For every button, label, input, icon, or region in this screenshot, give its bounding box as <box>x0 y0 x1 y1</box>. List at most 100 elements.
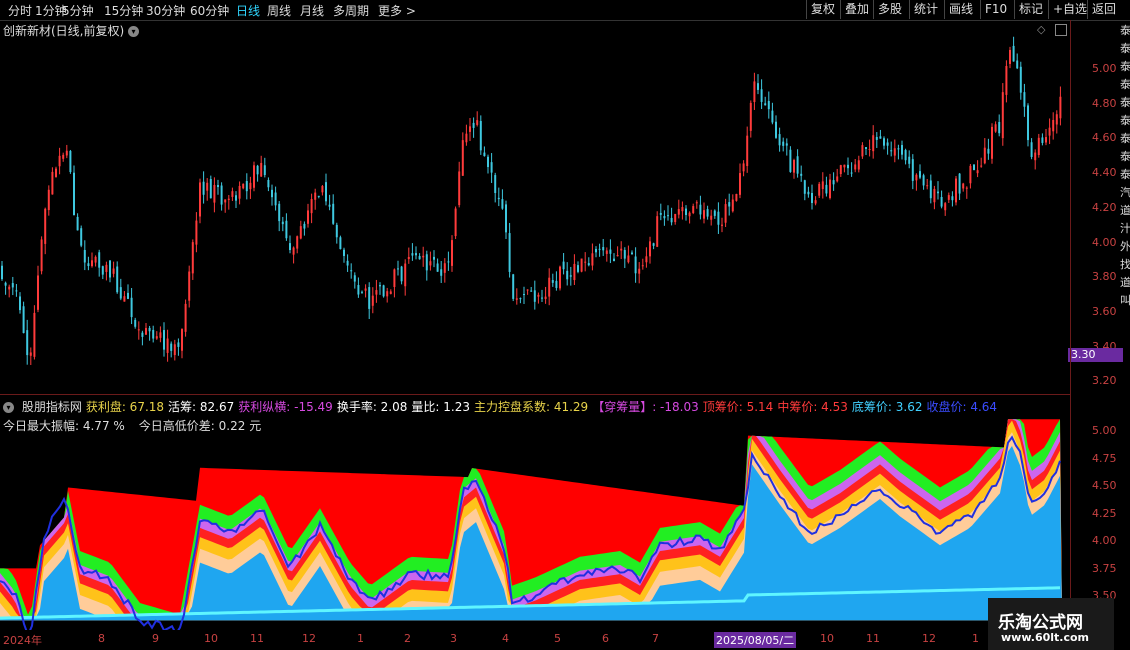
toolbar-button[interactable]: 统计 <box>909 0 942 19</box>
candle-body <box>51 171 54 195</box>
date-tick-label: 7 <box>652 632 659 645</box>
candle-body <box>346 260 349 266</box>
candle-body <box>332 203 335 224</box>
tab-timeframe[interactable]: 日线 <box>236 2 260 19</box>
candle-body <box>400 266 403 282</box>
date-tick-label: 5 <box>554 632 561 645</box>
candle-body <box>1016 60 1019 69</box>
candle-body <box>757 83 759 90</box>
candle-body <box>821 181 824 190</box>
tab-timeframe[interactable]: 60分钟 <box>190 2 229 19</box>
candle-body <box>393 269 396 288</box>
candle-body <box>386 291 389 297</box>
candle-body <box>775 121 777 138</box>
chip-distribution-chart[interactable] <box>0 410 1070 630</box>
candle-body <box>1041 137 1044 143</box>
candle-body <box>436 263 439 272</box>
candle-body <box>764 103 767 106</box>
price-tick-label: 4.60 <box>1092 131 1117 145</box>
candle-body <box>87 263 90 267</box>
candle-body <box>1030 142 1033 157</box>
candle-body <box>368 287 371 309</box>
toolbar-button[interactable]: 返回 <box>1087 0 1120 19</box>
tab-timeframe[interactable]: 月线 <box>300 2 324 19</box>
toolbar-button[interactable]: 叠加 <box>840 0 873 19</box>
candle-body <box>458 171 461 206</box>
candle-body <box>184 303 187 332</box>
tab-timeframe[interactable]: 周线 <box>267 2 291 19</box>
candle-body <box>299 226 302 239</box>
candle-body <box>908 156 911 164</box>
candle-body <box>101 266 104 275</box>
candle-body <box>119 287 122 299</box>
candle-body <box>811 192 813 203</box>
candlestick-chart[interactable] <box>0 36 1070 392</box>
tab-timeframe[interactable]: 5分钟 <box>62 2 94 19</box>
candle-body <box>785 143 788 146</box>
candle-body <box>105 264 108 272</box>
candle-body <box>793 160 795 173</box>
candle-body <box>789 149 792 172</box>
candle-body <box>584 261 587 263</box>
indicator-tick-label: 5.00 <box>1092 424 1117 437</box>
candle-body <box>224 199 227 203</box>
tab-timeframe[interactable]: 分时 <box>8 2 32 19</box>
window-icon[interactable] <box>1055 24 1067 36</box>
date-tick-label: 4 <box>502 632 509 645</box>
tab-timeframe[interactable]: 30分钟 <box>146 2 185 19</box>
candle-body <box>1045 137 1047 143</box>
candle-body <box>839 165 842 175</box>
toolbar-button[interactable]: 复权 <box>806 0 839 19</box>
candle-body <box>429 261 432 266</box>
candle-body <box>677 209 680 215</box>
candle-body <box>166 338 169 353</box>
candle-body <box>825 184 828 194</box>
toolbar-button[interactable]: +自选 <box>1048 0 1091 19</box>
candle-body <box>692 206 695 213</box>
candle-body <box>724 204 727 223</box>
candle-body <box>1009 49 1011 64</box>
candle-body <box>631 252 633 255</box>
candle-body <box>623 250 626 259</box>
candle-body <box>1055 114 1058 125</box>
candle-body <box>145 328 147 335</box>
toolbar-button[interactable]: 标记 <box>1014 0 1047 19</box>
toolbar-button[interactable]: 画线 <box>944 0 977 19</box>
toolbar-button[interactable]: 多股 <box>873 0 906 19</box>
tab-timeframe[interactable]: 15分钟 <box>104 2 143 19</box>
candle-body <box>483 152 486 157</box>
candle-body <box>847 164 849 169</box>
candle-body <box>537 294 540 297</box>
candle-body <box>40 239 43 272</box>
price-tick-label: 4.20 <box>1092 200 1117 214</box>
candle-body <box>832 180 835 185</box>
candle-body <box>533 290 536 302</box>
candle-body <box>58 155 61 167</box>
watermark: 乐淘公式网 www.60lt.com <box>988 598 1114 650</box>
date-tick-label: 3 <box>450 632 457 645</box>
indicator-tick-label: 4.25 <box>1092 506 1117 520</box>
diamond-icon[interactable]: ◇ <box>1037 23 1045 36</box>
candle-body <box>1034 152 1037 161</box>
candle-body <box>1019 66 1022 93</box>
tab-timeframe[interactable]: 更多 > <box>378 2 416 19</box>
candle-body <box>130 297 133 318</box>
candle-body <box>947 195 950 200</box>
candle-body <box>163 330 165 350</box>
candle-body <box>418 256 421 260</box>
candle-body <box>98 252 101 268</box>
candle-body <box>407 256 410 260</box>
candle-body <box>926 185 929 187</box>
candle-body <box>742 163 745 172</box>
candle-body <box>944 203 947 211</box>
candle-body <box>616 255 619 257</box>
candle-body <box>353 275 356 282</box>
indicator-tick-label: 3.75 <box>1092 561 1117 575</box>
candle-body <box>19 296 21 311</box>
candle-body <box>343 249 345 256</box>
toolbar-button[interactable]: F10 <box>980 0 1011 19</box>
candle-body <box>595 248 597 253</box>
tab-timeframe[interactable]: 多周期 <box>333 2 369 19</box>
candle-body <box>382 285 385 297</box>
candle-body <box>940 196 943 207</box>
